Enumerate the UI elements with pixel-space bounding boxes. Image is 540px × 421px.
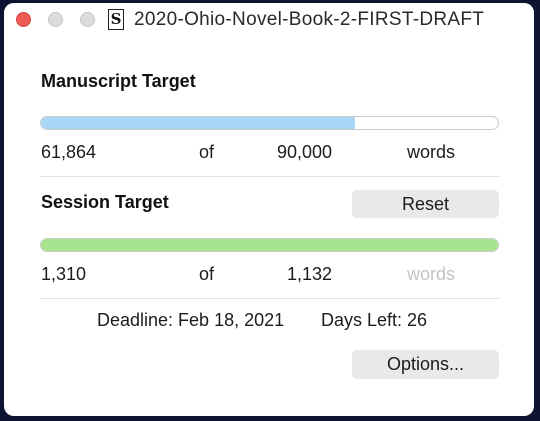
session-unit-label: words — [407, 264, 456, 284]
session-progress-bar — [40, 238, 499, 252]
session-progress-fill — [41, 239, 498, 251]
manuscript-progress-bar — [40, 116, 499, 130]
close-button[interactable] — [16, 12, 31, 27]
deadline-text: Deadline: Feb 18, 2021 — [97, 310, 285, 330]
title-bar[interactable]: S 2020-Ohio-Novel-Book-2-FIRST-DRAFT — [4, 3, 534, 37]
section-divider — [40, 298, 499, 299]
session-target-count: 1,132 — [287, 264, 333, 284]
session-of-label: of — [199, 264, 215, 284]
manuscript-target-count: 90,000 — [277, 142, 333, 162]
days-left-text: Days Left: 26 — [321, 310, 428, 330]
manuscript-progress-fill — [41, 117, 355, 129]
window-title: 2020-Ohio-Novel-Book-2-FIRST-DRAFT — [134, 9, 485, 30]
manuscript-of-label: of — [199, 142, 215, 162]
options-button[interactable]: Options... — [352, 350, 499, 379]
zoom-button[interactable] — [80, 12, 95, 27]
session-current-count: 1,310 — [41, 264, 87, 284]
minimize-button[interactable] — [48, 12, 63, 27]
manuscript-target-heading: Manuscript Target — [41, 71, 196, 91]
document-icon: S — [108, 9, 124, 30]
manuscript-current-count: 61,864 — [41, 142, 97, 162]
section-divider — [40, 176, 499, 177]
session-target-heading: Session Target — [41, 192, 169, 212]
manuscript-unit-label: words — [407, 142, 456, 162]
target-window: S 2020-Ohio-Novel-Book-2-FIRST-DRAFT Man… — [4, 3, 534, 416]
reset-button[interactable]: Reset — [352, 190, 499, 218]
